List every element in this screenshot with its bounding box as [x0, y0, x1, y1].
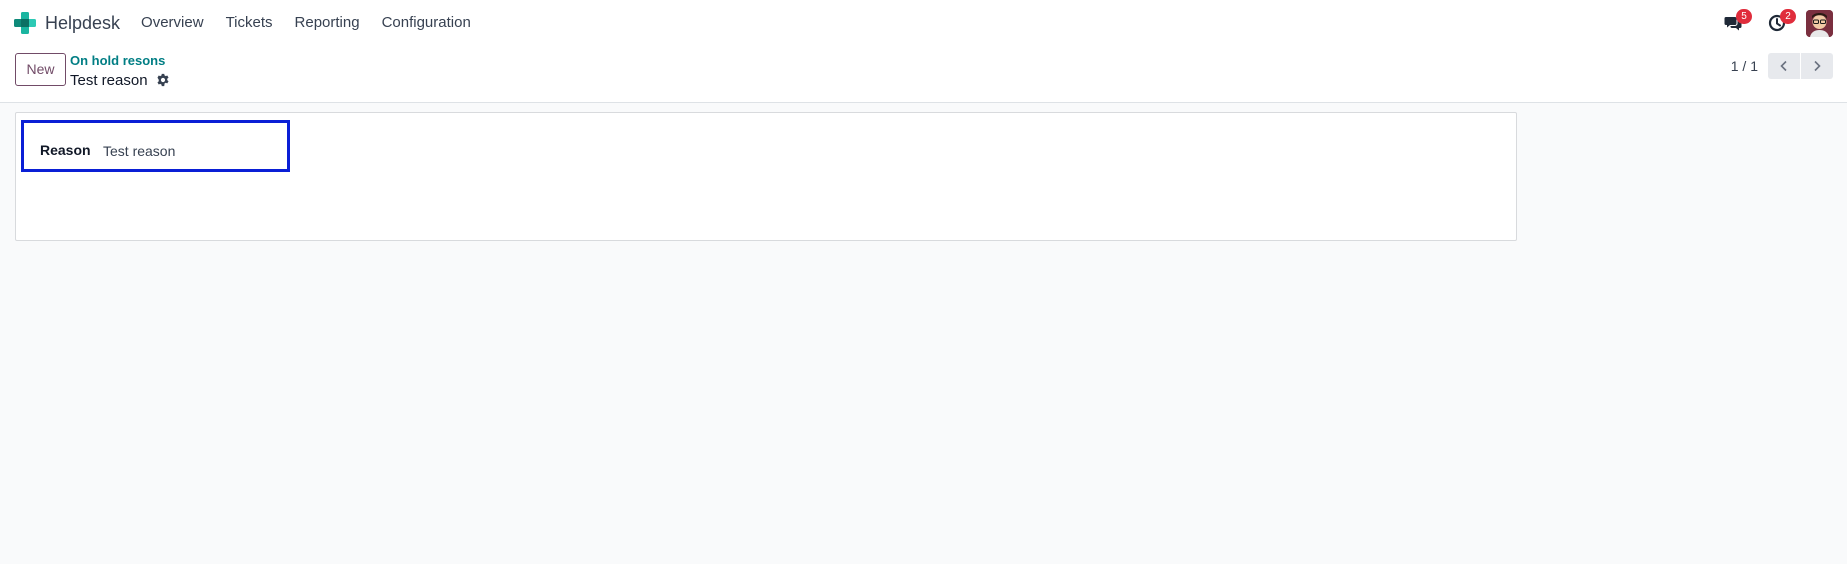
control-panel: New On hold resons Test reason 1 / 1: [0, 46, 1847, 103]
breadcrumb-parent-link[interactable]: On hold resons: [70, 53, 165, 68]
record-title: Test reason: [70, 71, 148, 89]
menu-item-tickets[interactable]: Tickets: [215, 0, 284, 46]
form-sheet: Reason Test reason: [15, 112, 1517, 241]
main-menu: Overview Tickets Reporting Configuration: [130, 0, 482, 46]
chevron-left-icon: [1778, 60, 1790, 72]
messages-count-badge: 5: [1736, 9, 1752, 24]
gear-icon[interactable]: [156, 73, 170, 87]
new-button[interactable]: New: [15, 53, 66, 86]
user-avatar[interactable]: [1806, 9, 1833, 37]
breadcrumb: Test reason: [70, 70, 170, 90]
systray: 5 2: [1704, 0, 1833, 46]
app-name: Helpdesk: [45, 12, 121, 33]
messages-button[interactable]: 5: [1718, 8, 1752, 38]
activities-count-badge: 2: [1780, 9, 1796, 24]
reason-field-highlight: Reason Test reason: [21, 120, 290, 172]
pager-next-button[interactable]: [1801, 53, 1833, 79]
menu-item-configuration[interactable]: Configuration: [371, 0, 482, 46]
reason-input[interactable]: Test reason: [103, 143, 175, 159]
pager-value[interactable]: 1 / 1: [1731, 58, 1758, 74]
pager: 1 / 1: [1731, 53, 1833, 79]
helpdesk-logo-icon: [14, 12, 36, 34]
chevron-right-icon: [1811, 60, 1823, 72]
pager-previous-button[interactable]: [1768, 53, 1800, 79]
app-brand[interactable]: Helpdesk: [14, 0, 120, 46]
top-navbar: Helpdesk Overview Tickets Reporting Conf…: [0, 0, 1847, 46]
menu-item-reporting[interactable]: Reporting: [284, 0, 371, 46]
menu-item-overview[interactable]: Overview: [130, 0, 215, 46]
reason-label: Reason: [40, 142, 91, 158]
activities-button[interactable]: 2: [1762, 8, 1796, 38]
